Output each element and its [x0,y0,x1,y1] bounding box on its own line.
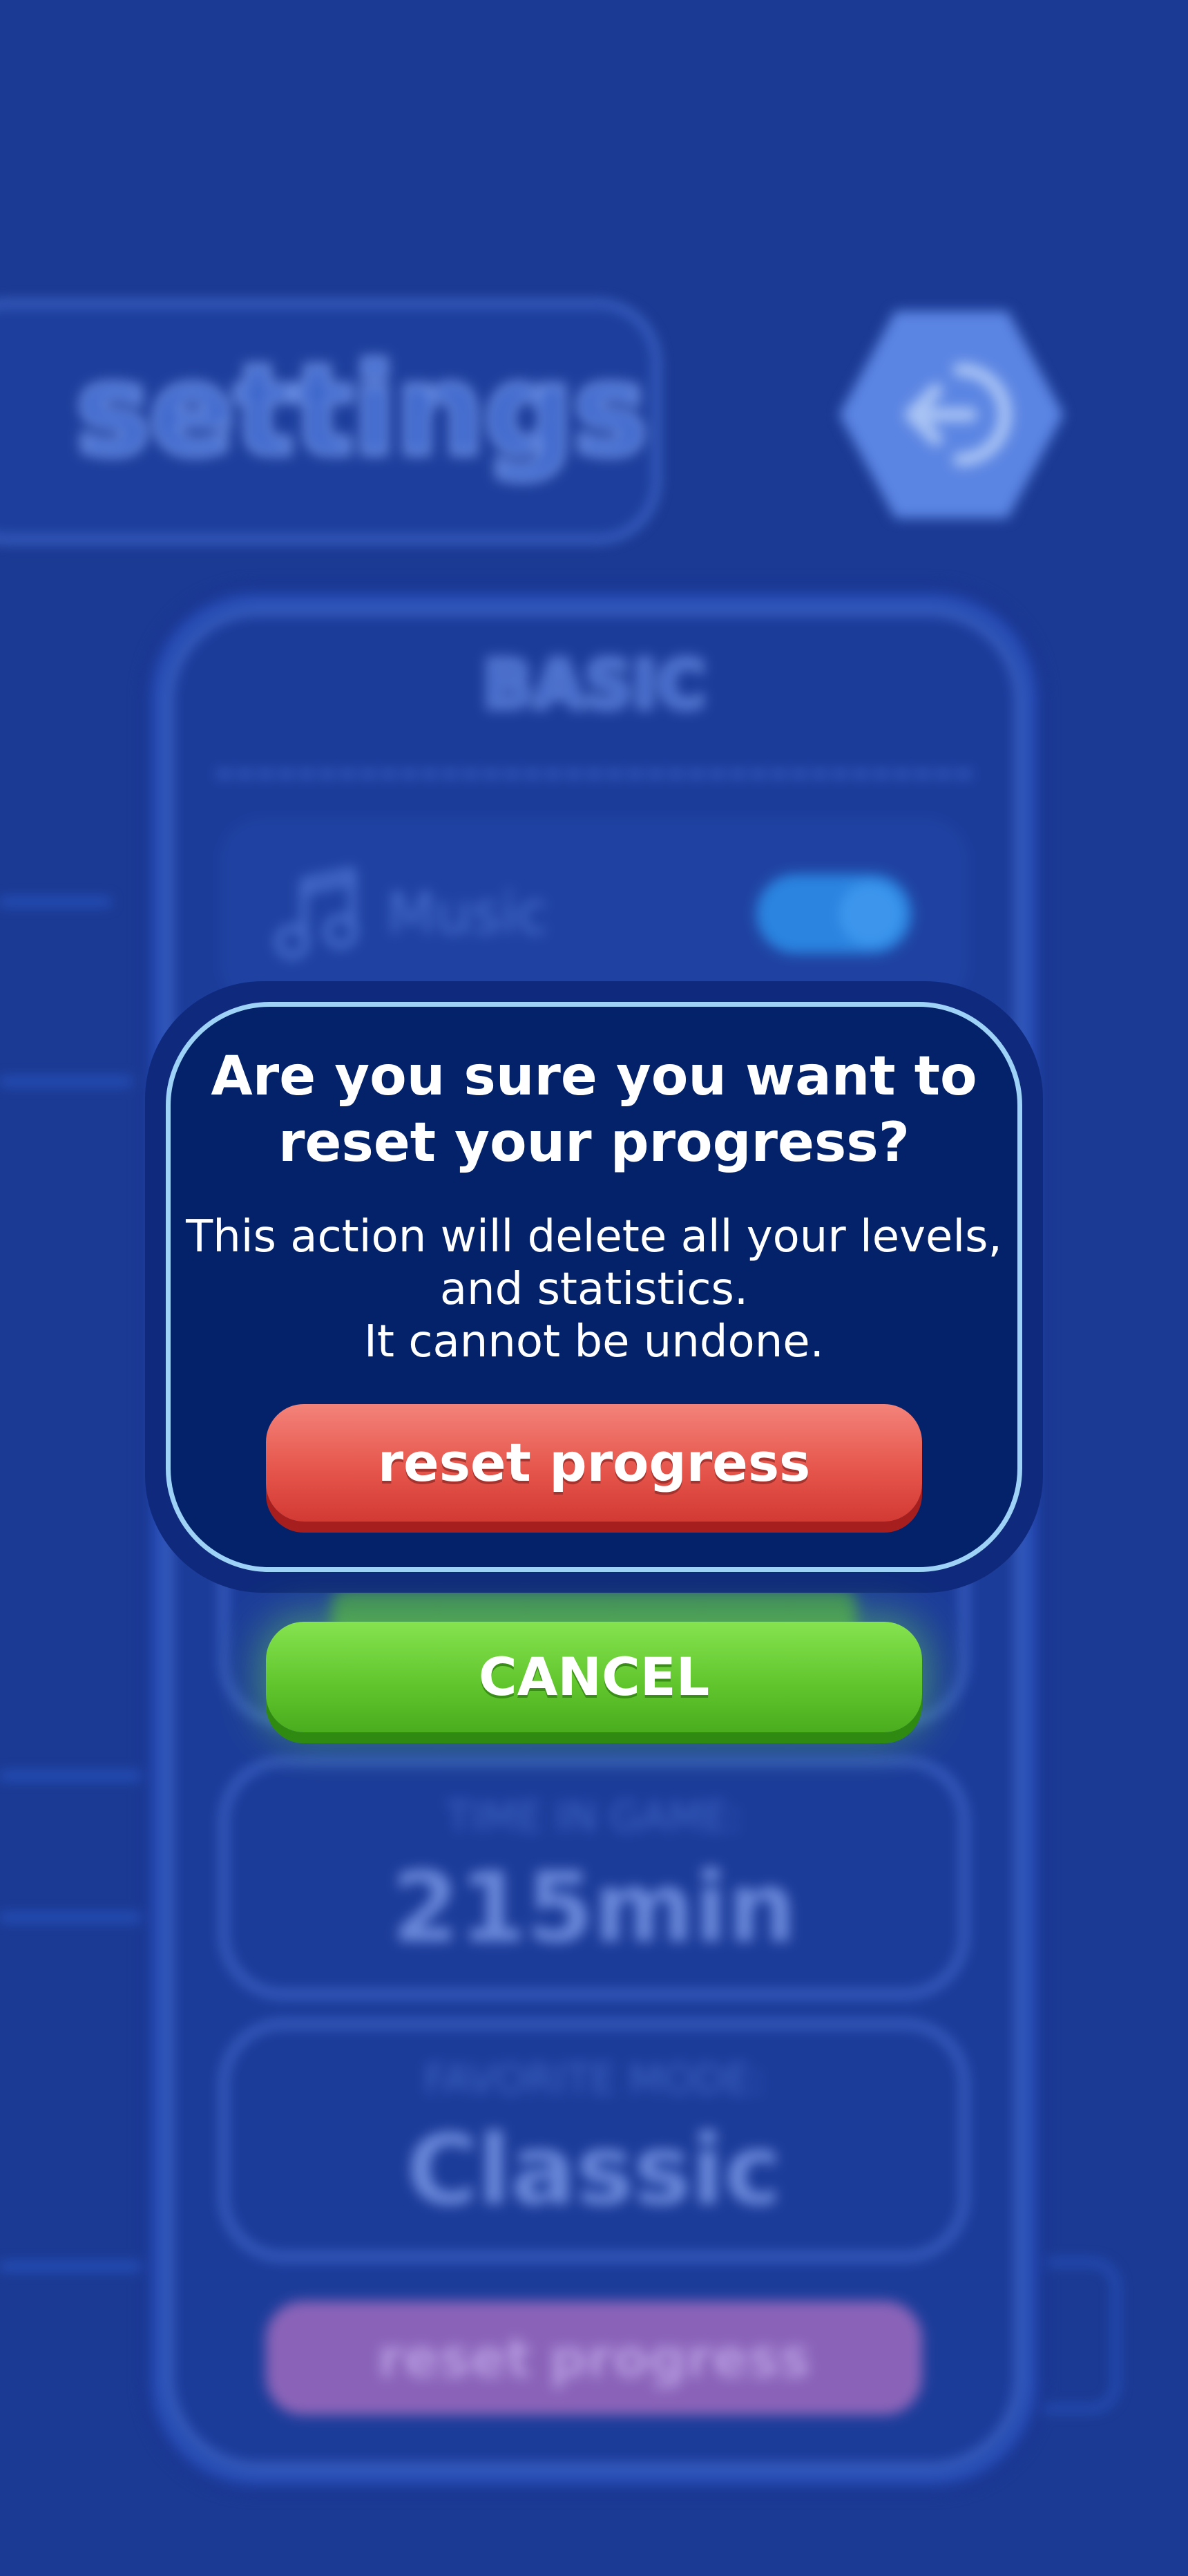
dialog-message-line: This action will delete all your levels, [186,1211,1002,1262]
page-title: settings [73,336,650,486]
stat-label: FAVORITE MODE: [423,2056,765,2103]
dialog-message-line: and statistics. [439,1264,749,1315]
music-label: Music [387,881,548,947]
back-button[interactable] [839,311,1064,518]
confirm-reset-button[interactable]: reset progress [266,1404,922,1522]
music-toggle[interactable] [756,874,912,954]
dialog-title-line: reset your progress? [278,1112,910,1174]
reset-progress-button: reset progress [266,2301,922,2415]
background-divider [0,1772,148,1779]
back-arrow-icon [905,363,1012,466]
section-label: BASIC [481,645,707,726]
stat-value: Classic [406,2114,782,2227]
dialog-message: This action will delete all your levels,… [166,1211,1022,1368]
stat-label: TIME IN GAME: [446,1793,742,1840]
section-divider [218,770,970,777]
background-divider [0,898,111,905]
dialog-title: Are you sure you want to reset your prog… [166,1043,1022,1176]
background-divider [0,2263,148,2270]
cancel-button[interactable]: CANCEL [266,1622,922,1732]
background-divider [0,1914,148,1921]
game-screen: settings BASIC Music TIME IN GAME: 215mi… [0,0,1188,2576]
music-note-icon [275,867,358,959]
background-divider [0,1078,131,1085]
background-side-panel [1036,2260,1119,2412]
stat-value: 215min [392,1852,796,1964]
dialog-message-line: It cannot be undone. [364,1316,824,1367]
dialog-title-line: Are you sure you want to [211,1045,977,1108]
